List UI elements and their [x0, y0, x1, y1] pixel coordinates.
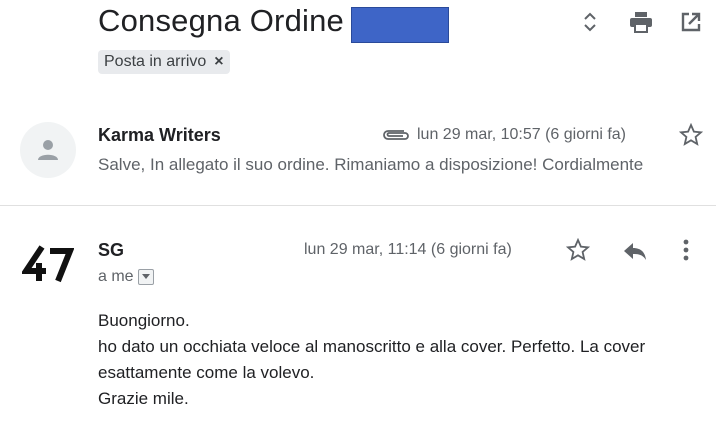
avatar[interactable]: [20, 235, 76, 291]
message-date: lun 29 mar, 10:57 (6 giorni fa): [417, 126, 627, 143]
message-body-line: Grazie mile.: [98, 389, 189, 408]
chevron-down-icon: [141, 274, 150, 279]
attachment-icon: [380, 125, 410, 148]
expand-collapse-icon[interactable]: [578, 10, 602, 34]
message-body-line: Buongiorno.: [98, 311, 190, 330]
message-date: lun 29 mar, 11:14 (6 giorni fa): [304, 241, 512, 258]
star-icon[interactable]: [678, 122, 704, 152]
divider: [0, 205, 716, 206]
more-options-icon[interactable]: [682, 238, 690, 267]
email-subject: Consegna Ordine: [98, 3, 344, 38]
message-body-line: esattamente come la volevo.: [98, 363, 315, 382]
star-icon[interactable]: [565, 237, 591, 267]
show-details-dropdown[interactable]: [137, 269, 154, 285]
recipient-text: a me: [98, 268, 134, 285]
message-snippet[interactable]: Salve, In allegato il suo ordine. Rimani…: [98, 155, 698, 175]
sender-name[interactable]: SG: [98, 240, 124, 261]
label-chip-text: Posta in arrivo: [104, 53, 207, 70]
recipient-line: a me: [98, 268, 154, 286]
sender-name[interactable]: Karma Writers: [98, 125, 221, 146]
open-in-new-window-icon[interactable]: [679, 10, 703, 34]
default-person-icon: [38, 140, 58, 160]
reply-icon[interactable]: [622, 240, 648, 267]
print-icon[interactable]: [629, 10, 653, 34]
label-chip-inbox[interactable]: Posta in arrivo ×: [98, 50, 230, 74]
sender-logo-47: [22, 245, 74, 283]
remove-label-icon[interactable]: ×: [214, 53, 223, 71]
avatar[interactable]: [20, 122, 76, 178]
redacted-block: [351, 7, 449, 43]
message-body-line: ho dato un occhiata veloce al manoscritt…: [98, 337, 646, 356]
